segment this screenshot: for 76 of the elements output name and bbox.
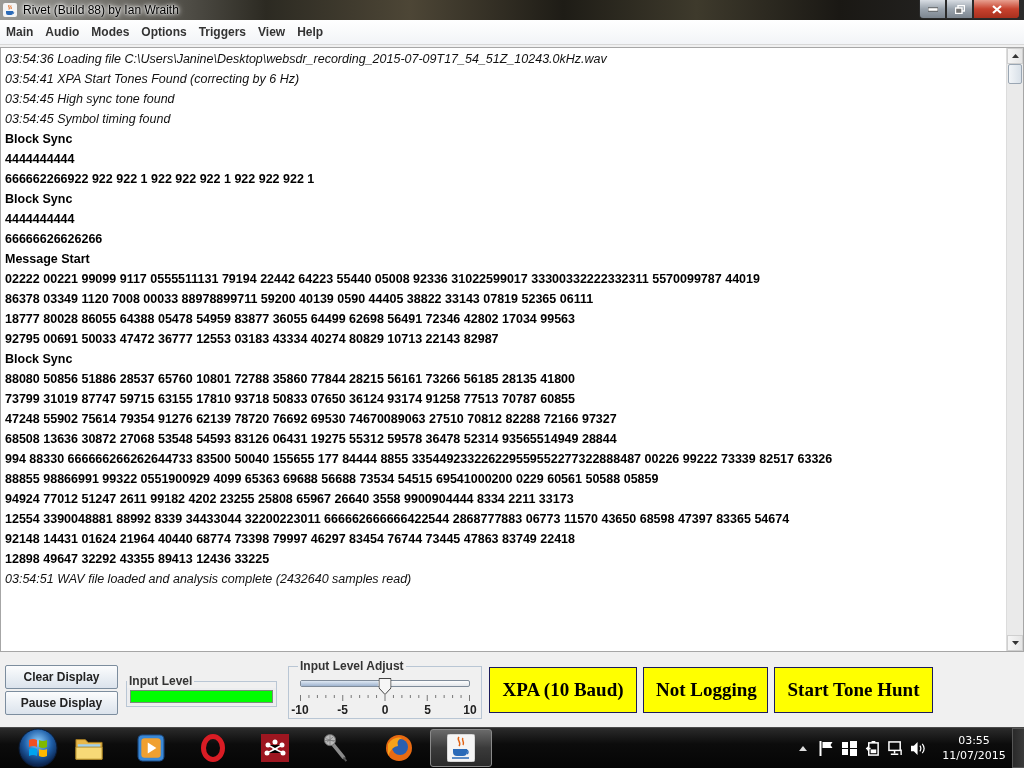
menu-item[interactable]: Help xyxy=(291,24,330,40)
log-message: 03:54:36 Loading file C:\Users\Janine\Desktop\websdr_recording_2015-07-09T17_54_51Z_10243.0kHz.wav xyxy=(5,51,607,68)
clock-date[interactable]: 11/07/2015 xyxy=(942,748,1006,763)
maximize-button[interactable] xyxy=(946,0,973,19)
close-button[interactable] xyxy=(973,0,1020,19)
scale-label: -10 xyxy=(290,703,310,717)
log-message: 03:54:45 High sync tone found xyxy=(5,91,175,108)
menu-item[interactable]: Audio xyxy=(39,24,86,40)
data-line: 12898 49647 32292 43355 89413 12436 33225 xyxy=(5,551,270,568)
status-button[interactable]: Start Tone Hunt xyxy=(774,667,933,713)
caret-up-icon[interactable] xyxy=(799,745,807,751)
start-orb-icon xyxy=(18,728,58,768)
data-line: 18777 80028 86055 64388 05478 54959 83877 36055 64499 62698 56491 72346 42802 17034 99563 xyxy=(5,311,575,328)
display-button[interactable]: Clear Display xyxy=(5,665,118,689)
speaker-icon[interactable] xyxy=(911,740,926,756)
battery-plug-icon[interactable] xyxy=(865,740,880,756)
globe-icon xyxy=(385,734,413,762)
minimize-button[interactable] xyxy=(919,0,946,19)
display-button[interactable]: Pause Display xyxy=(5,691,118,715)
menu-item[interactable]: View xyxy=(252,24,292,40)
scrollbar-thumb[interactable] xyxy=(1008,64,1022,84)
cup-icon xyxy=(3,3,17,17)
data-line: Block Sync xyxy=(5,131,73,148)
data-line: Block Sync xyxy=(5,351,73,368)
data-line: Message Start xyxy=(5,251,90,268)
data-line: 68508 13636 30872 27068 53548 54593 83126 06431 19275 55312 59578 36478 52314 93565514949 28844 xyxy=(5,431,617,448)
four-panes-icon[interactable] xyxy=(842,740,857,756)
data-line: 666662266922 922 922 1 922 922 922 1 922 922 922 1 xyxy=(5,171,315,188)
clock-time[interactable]: 03:55 xyxy=(958,733,990,748)
scroll-down-button[interactable] xyxy=(1007,635,1023,651)
data-line: 94924 77012 51247 2611 99182 4202 23255 25808 65967 26640 3558 9900904444 8334 2211 33173 xyxy=(5,491,574,508)
menu-item[interactable]: Options xyxy=(135,24,193,40)
data-line: 92795 00691 50033 47472 36777 12553 03183 43334 40274 80829 10713 22143 82987 xyxy=(5,331,499,348)
scale-label: -5 xyxy=(336,703,349,717)
log-message: 03:54:45 Symbol timing found xyxy=(5,111,171,128)
log-message: 03:54:51 WAV file loaded and analysis complete (2432640 samples read) xyxy=(5,571,412,588)
up-arrow-icon xyxy=(1011,54,1019,58)
menu-item[interactable]: Modes xyxy=(85,24,136,40)
status-button[interactable]: XPA (10 Baud) xyxy=(489,667,637,713)
scale-label: 10 xyxy=(462,703,478,717)
flag-icon[interactable] xyxy=(819,740,834,756)
data-line: 66666626626266 xyxy=(5,231,103,248)
close-icon xyxy=(991,4,1002,14)
scale-label: 5 xyxy=(423,703,432,717)
window-title: Rivet (Build 88) by Ian Wraith xyxy=(23,3,179,17)
taskbar-button[interactable] xyxy=(430,729,492,767)
monitor-icon[interactable] xyxy=(888,740,903,756)
menu-item[interactable]: Triggers xyxy=(192,24,253,40)
play-icon xyxy=(137,734,165,762)
slider-thumb[interactable] xyxy=(378,678,392,695)
data-line: 47248 55902 75614 79354 91276 62139 78720 76692 69530 74670089063 27510 70812 82288 72166 97327 xyxy=(5,411,617,428)
data-line: 88855 98866991 99322 0551900929 4099 65363 69688 56688 73534 54515 69541000200 0229 60561 50588 05859 xyxy=(5,471,659,488)
data-line: Block Sync xyxy=(5,191,73,208)
vertical-scrollbar[interactable] xyxy=(1006,48,1023,651)
scale-label: 0 xyxy=(380,703,390,717)
data-line: 994 88330 666666266262644733 83500 50040 155655 177 84444 8855 335449233226229559552277322888487 00226 99222 73339 82517 63326 xyxy=(5,451,833,468)
minimize-icon xyxy=(927,4,938,14)
data-line: 88080 50856 51886 28537 65760 10801 72788 35860 77844 28215 56161 73266 56185 28135 41800 xyxy=(5,371,575,388)
group-title: Input Level Adjust xyxy=(299,659,405,673)
status-button[interactable]: Not Logging xyxy=(643,667,768,713)
nodes-icon xyxy=(261,734,289,762)
data-line: 4444444444 xyxy=(5,151,75,168)
data-line: 73799 31019 87747 59715 63155 17810 93718 50833 07650 36124 93174 91258 77513 70787 60855 xyxy=(5,391,575,408)
data-line: 4444444444 xyxy=(5,211,75,228)
data-line: 02222 00221 99099 9117 0555511131 79194 22442 64223 55440 05008 92336 31022599017 33300332222332311 5570099787 44019 xyxy=(5,271,760,288)
group-title: Input Level xyxy=(128,674,194,688)
restore-icon xyxy=(954,4,965,14)
data-line: 86378 03349 1120 7008 00033 88978899711 59200 40139 0590 44405 38822 33143 07819 52365 06111 xyxy=(5,291,594,308)
cup-icon xyxy=(447,734,475,762)
data-line: 12554 3390048881 88992 8339 34433044 32200223011 666662666666422544 2868777883 06773 11570 43650 68598 47397 83365 54674 xyxy=(5,511,790,528)
down-arrow-icon xyxy=(1011,641,1019,645)
ring-icon xyxy=(201,734,225,762)
scroll-up-button[interactable] xyxy=(1007,48,1023,64)
data-line: 92148 14431 01624 21964 40440 68774 73398 79997 46297 83454 76744 73445 47863 83749 22418 xyxy=(5,531,575,548)
menu-item[interactable]: Main xyxy=(0,24,40,40)
log-message: 03:54:41 XPA Start Tones Found (correcting by 6 Hz) xyxy=(5,71,300,88)
